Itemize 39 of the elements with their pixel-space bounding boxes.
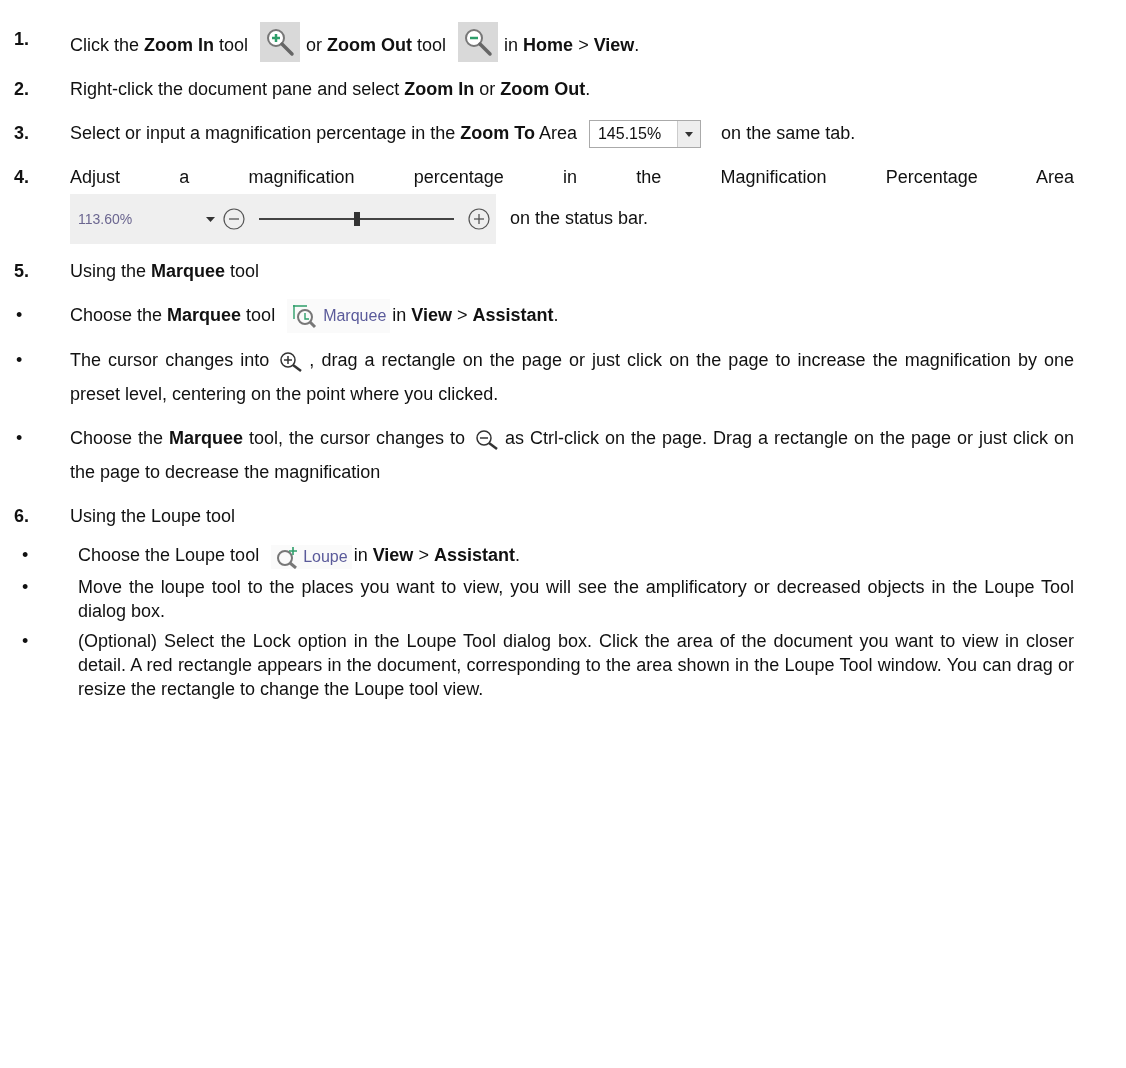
slider-thumb[interactable] [353,212,360,226]
zoom-out-icon [475,428,500,451]
dropdown-button[interactable] [677,121,701,148]
instruction-text: Choose the Loupe tool Loupe in View > Assistant. [78,543,1074,569]
instruction-text: The cursor changes into , drag a rectangle on the page or just click on the page to increase the magnification by one preset level, centering on the point where you clicked. [70,349,1074,407]
instruction-text: Move the loupe tool to the places you want to view, you will see the amplificatory or decreased objects in the Loupe Tool dialog box. [78,575,1074,623]
zoom-in-button[interactable] [468,208,490,230]
instruction-text: Right-click the document pane and select Zoom In or Zoom Out. [70,78,592,101]
caret-icon [685,131,694,137]
loupe-button[interactable]: Loupe [271,544,352,569]
list-marker: • [15,349,24,373]
zoom-out-button[interactable] [223,208,245,230]
zoom-in-icon [279,350,304,373]
instruction-text: Choose the Marquee tool, the cursor changes to as Ctrl-click on the page. Drag a rectangle on the page or just click on the page to decrease the magnification [70,427,1074,485]
magnification-field[interactable]: 113.60% [78,202,178,236]
list-marker: • [15,304,24,327]
instruction-text: Using the Loupe tool [70,505,237,529]
list-marker: • [15,427,24,451]
magnifier-plus-icon [275,544,300,569]
list-marker: • [21,575,30,599]
zoom-out-button[interactable] [458,22,499,62]
list-marker: • [21,629,30,653]
instruction-text: Select or input a magnification percentage in the Zoom To Area 145.15% on the same tab. [70,116,1074,150]
list-marker: 2. [14,78,30,101]
instruction-text: Click the Zoom In tool or Zoom Out tool in Home > View. [70,22,1074,62]
zoom-to-field[interactable]: 145.15% [588,120,702,149]
list-marker: 6. [14,505,30,529]
instruction-text: Choose the Marquee tool Marquee in View > Assistant. [70,298,1074,334]
instruction-text: (Optional) Select the Lock option in the Loupe Tool dialog box. Click the area of the document you want to view in closer detail. A red rectangle appears in the document, corresponding to the area shown in the Loupe Tool window. You can drag or resize the rectangle to change the Loupe tool view. [78,629,1074,701]
instruction-text: Adjust a magnification percentage in the Magnification Percentage Area 113.60% on the status bar. [70,160,1074,244]
caret-icon[interactable] [206,216,215,222]
list-marker: • [21,544,30,568]
list-marker: 4. [14,166,30,189]
list-marker: 3. [14,122,30,145]
instruction-text: Using the Marquee tool [70,260,261,283]
list-marker: 1. [14,28,30,51]
marquee-button[interactable]: Marquee [287,299,391,334]
list-marker: 5. [14,260,30,283]
zoom-in-button[interactable] [260,22,301,62]
